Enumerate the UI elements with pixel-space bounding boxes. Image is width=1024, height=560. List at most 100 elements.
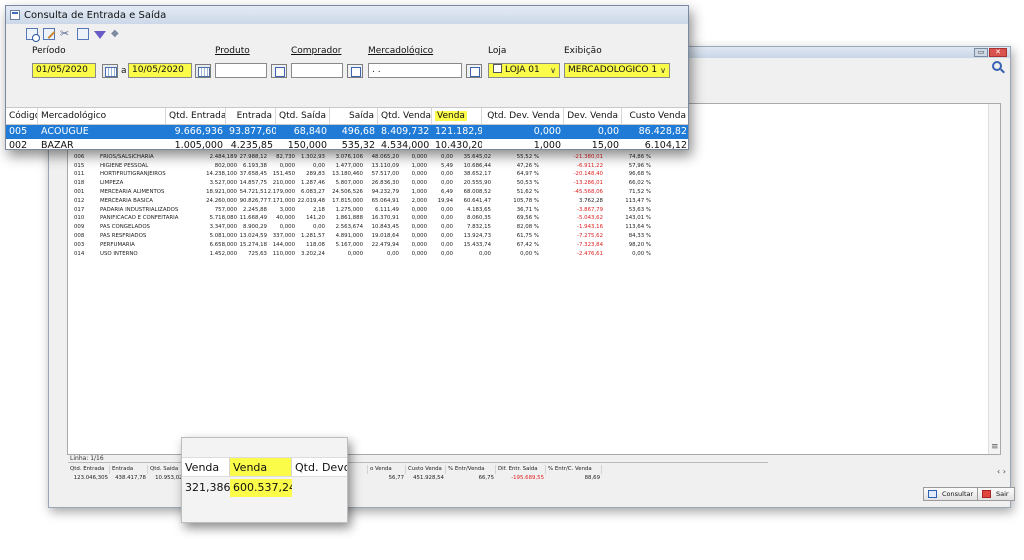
table-row[interactable]: 001 MERCEARIA ALIMENTOS 18.921,000 54.721,5… xyxy=(72,188,772,197)
back-icon[interactable] xyxy=(111,28,123,40)
comprador-input[interactable] xyxy=(291,63,343,78)
table-cell: MERCEARIA BASICA xyxy=(100,197,153,204)
table-cell: 9.666,936 xyxy=(174,126,223,137)
table-cell: 015 xyxy=(74,162,85,169)
table-cell: 535,32 xyxy=(341,140,375,150)
results-grid-rows: 019CHECK STAND995,0001.477,120,0000,001.… xyxy=(72,144,772,258)
date-to-input[interactable]: 10/05/2020 xyxy=(128,63,192,78)
consultar-button[interactable]: Consultar xyxy=(923,487,980,501)
table-cell: 014 xyxy=(74,250,85,257)
table-cell: 68,840 xyxy=(293,126,327,137)
consultar-icon xyxy=(928,490,937,498)
table-row[interactable]: 018 LIMPEZA 3.527,000 14.857,75 210,000 1.287… xyxy=(72,179,772,188)
loja-checkbox[interactable] xyxy=(493,64,502,73)
table-cell: 65.064,91 xyxy=(371,197,399,204)
table-row[interactable]: 006 FRIOS/SALSICHARIA 2.484,189 27.988,12 82… xyxy=(72,153,772,162)
column-header[interactable]: Custo Venda xyxy=(622,108,688,124)
table-cell: BAZAR xyxy=(41,140,74,150)
filter-icon[interactable] xyxy=(94,31,106,39)
table-cell: 1.477,000 xyxy=(335,162,363,169)
exibicao-select[interactable]: MERCADOLOGICO 1 ∨ xyxy=(564,63,670,78)
totals-value: 438.417,78 xyxy=(115,475,146,481)
table-cell: 4.183,65 xyxy=(466,206,491,213)
table-row[interactable]: 003 PERFUMARIA 6.658,000 15.274,18 144,000 11… xyxy=(72,241,772,250)
tools-icon[interactable] xyxy=(60,28,72,40)
column-header[interactable]: Saída xyxy=(330,108,378,124)
table-row[interactable]: 011 HORTIFRUTIGRANJEIROS 14.238,100 37.658,… xyxy=(72,170,772,179)
query-window: Consulta de Entrada e Saída Período 01/0… xyxy=(5,5,689,150)
grid-menu-icon[interactable] xyxy=(991,442,999,452)
table-row[interactable]: 012 MERCEARIA BASICA 24.260,000 90.826,77 7.… xyxy=(72,197,772,206)
table-cell: -2.476,61 xyxy=(577,250,603,257)
table-cell: 3.076,106 xyxy=(335,153,363,160)
table-row[interactable]: 015 HIGIENE PESSOAL 802,000 6.193,38 0,000 0,… xyxy=(72,162,772,171)
table-row[interactable]: 010 PANIFICACAO E CONFEITARIA 5.718,080 11.… xyxy=(72,214,772,223)
column-header[interactable]: Qtd. Dev. Venda xyxy=(482,108,564,124)
column-header[interactable]: Venda xyxy=(432,108,482,124)
table-cell: 105,78 % xyxy=(513,197,539,204)
loja-select[interactable]: LOJA 01 ∨ xyxy=(488,63,560,78)
edit-document-icon[interactable] xyxy=(43,28,55,40)
table-cell: PADARIA INDUSTRIALIZADOS xyxy=(100,206,179,213)
table-cell: 90.826,77 xyxy=(239,197,267,204)
search-document-icon[interactable] xyxy=(26,28,40,42)
search-icon[interactable] xyxy=(992,61,1002,71)
window-controls: ▭ ✕ xyxy=(974,48,1007,57)
produto-input[interactable] xyxy=(215,63,267,78)
exibicao-value: MERCADOLOGICO 1 xyxy=(568,65,658,75)
totals-header: Qtd. Entrada xyxy=(68,465,110,474)
filter-edit-icon[interactable] xyxy=(77,28,89,40)
table-cell: 20.555,90 xyxy=(463,180,491,187)
table-cell: 0,000 xyxy=(411,180,427,187)
table-cell: USO INTERNO xyxy=(100,250,138,257)
mercadologico-lookup-icon[interactable] xyxy=(466,64,482,78)
table-row[interactable]: 002 BAZAR 1.005,000 4.235,85 150,000 535,32 4.… xyxy=(6,139,688,150)
restore-button[interactable]: ▭ xyxy=(974,48,988,57)
chevron-down-icon[interactable]: ∨ xyxy=(550,64,556,77)
mercadologico-input[interactable]: . . xyxy=(368,63,462,78)
chevron-down-icon[interactable]: ∨ xyxy=(660,64,666,77)
table-cell: 757,000 xyxy=(214,206,237,213)
table-cell: 1.452,000 xyxy=(209,250,237,257)
table-cell: 67,42 % xyxy=(516,241,539,248)
vertical-scrollbar[interactable] xyxy=(988,104,1000,454)
column-header[interactable]: Qtd. Saída xyxy=(276,108,330,124)
table-cell: 009 xyxy=(74,224,85,231)
column-header[interactable]: Entrada xyxy=(226,108,276,124)
table-cell: 98,20 % xyxy=(628,241,651,248)
table-cell: 151,450 xyxy=(272,171,295,178)
table-row[interactable]: 009 PAS CONGELADOS 3.347,000 8.900,29 0,000 0… xyxy=(72,223,772,232)
calendar-from-icon[interactable] xyxy=(102,64,118,78)
table-cell: 51,62 % xyxy=(516,188,539,195)
table-cell: 10.686,44 xyxy=(463,162,491,169)
column-header[interactable]: Qtd. Entrada xyxy=(166,108,226,124)
table-cell: 0,000 xyxy=(411,206,427,213)
comprador-lookup-icon[interactable] xyxy=(347,64,363,78)
table-cell: 24.260,000 xyxy=(206,197,237,204)
produto-lookup-icon[interactable] xyxy=(271,64,287,78)
totals-header: Dif. Entr. Saída xyxy=(496,465,546,474)
results-grid[interactable]: 019CHECK STAND995,0001.477,120,0000,001.… xyxy=(67,103,1001,455)
date-from-input[interactable]: 01/05/2020 xyxy=(32,63,96,78)
close-button[interactable]: ✕ xyxy=(989,48,1007,57)
table-cell: 0,000 xyxy=(411,224,427,231)
table-cell: 57,96 % xyxy=(628,162,651,169)
column-header[interactable]: Dev. Venda xyxy=(564,108,622,124)
table-row[interactable]: 017 PADARIA INDUSTRIALIZADOS 757,000 2.245,… xyxy=(72,206,772,215)
table-cell: 14.857,75 xyxy=(239,180,267,187)
table-row[interactable]: 014 USO INTERNO 1.452,000 725,63 110,000 3.20… xyxy=(72,250,772,259)
calendar-to-icon[interactable] xyxy=(195,64,211,78)
column-header[interactable]: Mercadológico xyxy=(38,108,166,124)
scroll-arrows-icon[interactable]: ‹ › xyxy=(997,467,1006,476)
selected-table-row[interactable]: 005 ACOUGUE 9.666,936 93.877,60 68,840 496,68… xyxy=(6,125,688,139)
table-cell: 0,00 xyxy=(440,232,453,239)
column-header[interactable]: Qtd. Venda xyxy=(378,108,432,124)
table-cell: -13.286,01 xyxy=(573,180,603,187)
table-cell: PAS RESFRIADOS xyxy=(100,232,147,239)
table-row[interactable]: 008 PAS RESFRIADOS 5.081,000 13.024,59 337,0… xyxy=(72,232,772,241)
totals-header: % Entr/C. Venda xyxy=(546,465,602,474)
table-cell: 13.110,09 xyxy=(371,162,399,169)
table-cell: 57.517,00 xyxy=(371,171,399,178)
sair-button[interactable]: Sair xyxy=(977,487,1015,501)
column-header[interactable]: Código xyxy=(6,108,38,124)
